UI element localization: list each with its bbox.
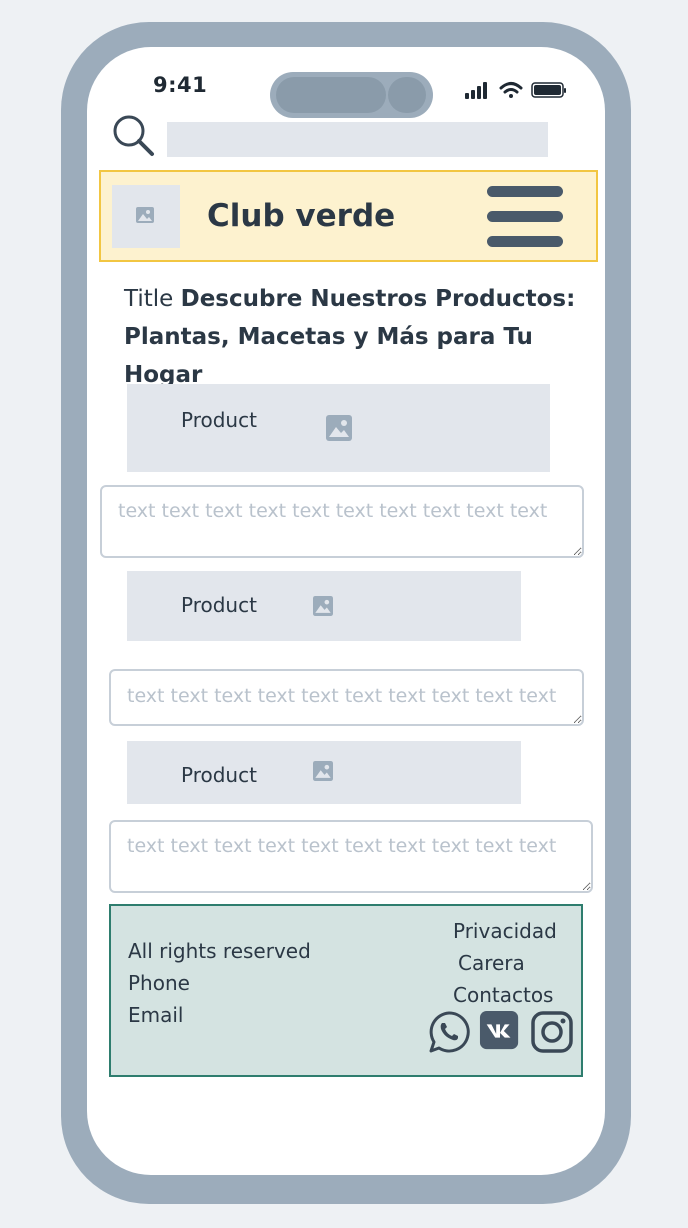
status-time: 9:41 <box>153 73 208 97</box>
wifi-icon <box>499 82 523 98</box>
product-label: Product <box>181 763 257 787</box>
footer-link-privacidad[interactable]: Privacidad <box>453 919 557 943</box>
brand-name: Club verde <box>207 198 396 234</box>
image-icon <box>313 761 333 781</box>
battery-icon <box>531 82 566 98</box>
search-input[interactable] <box>167 122 548 157</box>
product-description-textarea[interactable] <box>100 485 584 558</box>
title-text: Descubre Nuestros Productos: Plantas, Ma… <box>124 286 576 388</box>
product-label: Product <box>181 408 257 432</box>
title-prefix: Title <box>124 286 174 312</box>
product-card[interactable]: Product <box>127 384 550 472</box>
whatsapp-icon[interactable] <box>427 1010 471 1054</box>
page-title: Title Descubre Nuestros Productos: Plant… <box>124 280 594 394</box>
image-icon <box>326 415 352 441</box>
footer-email: Email <box>128 1003 184 1027</box>
logo-image-placeholder <box>112 185 180 248</box>
header-bar: Club verde <box>99 170 598 262</box>
footer-rights: All rights reserved <box>128 939 311 963</box>
hamburger-menu-button[interactable] <box>487 186 565 250</box>
footer: All rights reserved Phone Email Privacid… <box>109 904 583 1077</box>
dynamic-island <box>270 72 433 118</box>
product-description-textarea[interactable] <box>109 820 593 893</box>
product-card[interactable]: Product <box>127 741 521 804</box>
signal-icon <box>465 82 487 99</box>
instagram-icon[interactable] <box>530 1010 574 1054</box>
footer-link-carera[interactable]: Carera <box>458 951 525 975</box>
vk-icon[interactable] <box>479 1010 521 1052</box>
status-icons <box>465 82 566 99</box>
image-icon <box>313 596 333 616</box>
product-label: Product <box>181 593 257 617</box>
footer-phone: Phone <box>128 971 190 995</box>
footer-link-contactos[interactable]: Contactos <box>453 983 553 1007</box>
search-icon[interactable] <box>111 113 155 157</box>
product-card[interactable]: Product <box>127 571 521 641</box>
image-icon <box>136 207 154 223</box>
product-description-textarea[interactable] <box>109 669 584 726</box>
phone-screen: 9:41 Club verde Title Descubre Nuestros … <box>87 47 605 1175</box>
